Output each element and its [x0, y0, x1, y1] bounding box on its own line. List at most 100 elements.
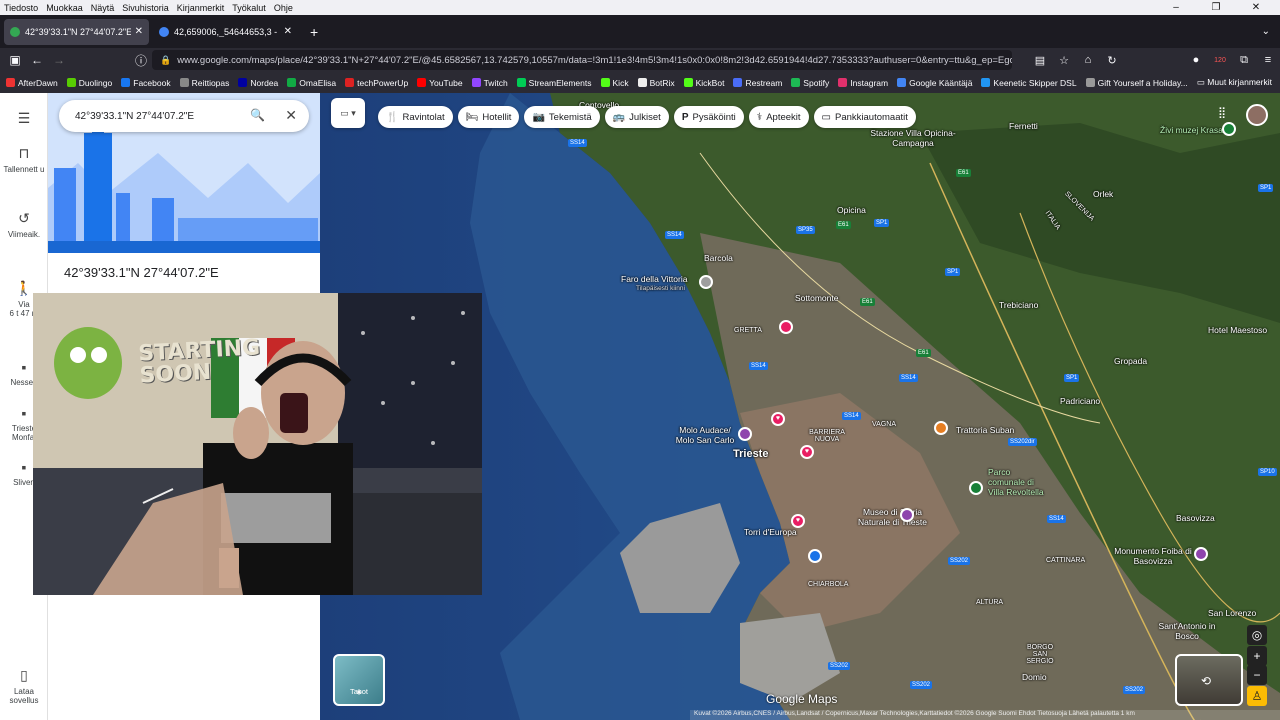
- road-shield: SP1: [1064, 374, 1080, 382]
- road-shield: E61: [956, 169, 971, 177]
- rail-download-app[interactable]: ▯ Lataa sovellus: [0, 667, 48, 705]
- menu-edit[interactable]: Muokkaa: [46, 3, 83, 13]
- bookmark-reittiopas[interactable]: Reittiopas: [179, 78, 229, 88]
- bookmark-duolingo[interactable]: Duolingo: [66, 78, 112, 88]
- folder-icon: ▭: [1196, 77, 1208, 87]
- minimize-icon[interactable]: –: [1160, 0, 1192, 15]
- keyboard-icon: ▭ ▾: [340, 108, 356, 118]
- bookmark-keenetic[interactable]: Keenetic Skipper DSL: [981, 78, 1077, 88]
- heart-pin-icon[interactable]: ♥: [791, 514, 805, 528]
- road-shield: SS202: [828, 662, 851, 670]
- chip-transit[interactable]: 🚌 Julkiset: [604, 106, 669, 128]
- spotify-icon: [791, 78, 801, 87]
- shopping-pin-icon[interactable]: [808, 549, 822, 563]
- bookmark-streamelements[interactable]: StreamElements: [516, 78, 592, 88]
- bookmark-omaelisa[interactable]: OmaElisa: [287, 78, 336, 88]
- apps-grid-icon[interactable]: ⣿: [1218, 106, 1226, 119]
- search-icon[interactable]: 🔍: [250, 108, 265, 122]
- bookmark-gift[interactable]: Gift Yourself a Holiday...: [1085, 78, 1188, 88]
- layers-button[interactable]: ◈ Tasot: [333, 654, 385, 706]
- menu-tools[interactable]: Työkalut: [232, 3, 266, 13]
- rail-recent[interactable]: ↺ Viimeaik.: [0, 210, 48, 239]
- close-tab-icon[interactable]: ✕: [135, 26, 143, 37]
- zoom-in-icon[interactable]: +: [1247, 646, 1267, 666]
- bookmark-google-translate[interactable]: Google Kääntäjä: [897, 78, 972, 88]
- bookmark-spotify[interactable]: Spotify: [791, 78, 829, 88]
- forward-icon[interactable]: →: [48, 53, 70, 67]
- pegman-icon[interactable]: ♙: [1247, 686, 1267, 706]
- road-shield: SS202dir: [1008, 438, 1037, 446]
- back-icon[interactable]: ←: [26, 53, 48, 67]
- rail-saved[interactable]: ⊓ Tallennett u: [0, 145, 48, 174]
- search-input[interactable]: 42°39'33.1"N 27°44'07.2"E 🔍 ✕: [59, 100, 309, 132]
- chip-pharmacies[interactable]: ⚕ Apteekit: [748, 106, 809, 128]
- bookmark-kickbot[interactable]: KickBot: [683, 78, 724, 88]
- my-location-icon[interactable]: ◎: [1247, 625, 1267, 645]
- bookmark-instagram[interactable]: Instagram: [838, 78, 888, 88]
- menu-help[interactable]: Ohje: [274, 3, 293, 13]
- chevron-down-icon[interactable]: ⌄: [1262, 26, 1270, 37]
- sidebar-toggle-icon[interactable]: ▣: [4, 53, 26, 67]
- menu-file[interactable]: Tiedosto: [4, 3, 38, 13]
- reload-icon[interactable]: ↻: [1100, 54, 1124, 67]
- close-tab-icon[interactable]: ✕: [284, 26, 292, 37]
- street-view-preview[interactable]: ⟲: [1175, 654, 1243, 706]
- lighthouse-pin-icon[interactable]: [699, 275, 713, 289]
- menu-hamburger-icon[interactable]: ☰: [0, 110, 48, 130]
- clear-icon[interactable]: ✕: [285, 107, 297, 124]
- chip-parking[interactable]: P Pysäköinti: [673, 106, 744, 128]
- chip-atms[interactable]: ▭ Pankkiautomaatit: [813, 106, 916, 128]
- heart-pin-icon[interactable]: ♥: [771, 412, 785, 426]
- bookmark-facebook[interactable]: Facebook: [121, 78, 171, 88]
- label-san-lorenzo: San Lorenzo: [1208, 608, 1257, 618]
- park-pin-icon[interactable]: [1222, 122, 1236, 136]
- other-bookmarks[interactable]: ▭ Muut kirjanmerkit: [1197, 72, 1272, 93]
- home-icon[interactable]: ⌂: [1076, 54, 1100, 66]
- chip-things-to-do[interactable]: 📷 Tekemistä: [524, 106, 600, 128]
- menu-bookmarks[interactable]: Kirjanmerkit: [177, 3, 225, 13]
- bookmark-nordea[interactable]: Nordea: [238, 78, 278, 88]
- keyboard-shortcuts-button[interactable]: ▭ ▾: [331, 98, 365, 128]
- bookmark-twitch[interactable]: Twitch: [471, 78, 508, 88]
- bookmark-botrix[interactable]: BotRix: [637, 78, 675, 88]
- heart-pin-icon[interactable]: ♥: [800, 445, 814, 459]
- tab-maps-coordinates[interactable]: 42°39'33.1"N 27°44'07.2"E – Go ✕: [4, 18, 149, 45]
- bookmark-restream[interactable]: Restream: [733, 78, 782, 88]
- star-icon[interactable]: ☆: [1052, 54, 1076, 67]
- profile-icon[interactable]: ●: [1184, 54, 1208, 66]
- avatar[interactable]: [1246, 104, 1268, 126]
- close-window-icon[interactable]: ✕: [1240, 0, 1272, 15]
- pharmacy-icon: ⚕: [756, 111, 763, 123]
- chip-restaurants[interactable]: 🍴 Ravintolat: [378, 106, 453, 128]
- label-chiarbola: CHIARBOLA: [808, 581, 849, 588]
- menu-view[interactable]: Näytä: [91, 3, 115, 13]
- extensions-icon[interactable]: ⧉: [1232, 54, 1256, 67]
- menu-history[interactable]: Sivuhistoria: [122, 3, 169, 13]
- menu-icon[interactable]: ≡: [1256, 54, 1280, 66]
- reader-icon[interactable]: ▤: [1028, 54, 1052, 67]
- restaurant-pin-icon[interactable]: [934, 421, 948, 435]
- extension-badge-icon[interactable]: 120: [1208, 57, 1232, 64]
- museum-pin-icon[interactable]: [900, 508, 914, 522]
- poi-pin-icon[interactable]: [738, 427, 752, 441]
- label-domio: Domio: [1022, 672, 1047, 682]
- bookmark-youtube[interactable]: YouTube: [417, 78, 463, 88]
- kick-icon: [600, 78, 610, 87]
- poi-pin-icon[interactable]: [779, 320, 793, 334]
- bed-icon: 🛏: [465, 111, 479, 123]
- bookmark-afterdawn[interactable]: AfterDawn: [6, 78, 58, 88]
- fork-knife-icon: 🍴: [386, 111, 399, 123]
- tab-google-search[interactable]: 42,659006,_54644653,3 - Googl ✕: [153, 19, 298, 45]
- label-trieste: Trieste: [733, 448, 769, 460]
- park-pin-icon[interactable]: [969, 481, 983, 495]
- bookmark-techpowerup[interactable]: techPowerUp: [345, 78, 408, 88]
- chip-hotels[interactable]: 🛏 Hotellit: [457, 106, 520, 128]
- nordea-icon: [238, 78, 248, 87]
- zoom-out-icon[interactable]: −: [1247, 665, 1267, 685]
- bookmark-kick[interactable]: Kick: [600, 78, 629, 88]
- new-tab-icon[interactable]: +: [302, 24, 326, 40]
- restore-icon[interactable]: ❐: [1200, 0, 1232, 15]
- url-bar[interactable]: 🔒 www.google.com/maps/place/42°39'33.1"N…: [152, 50, 1012, 70]
- monument-pin-icon[interactable]: [1194, 547, 1208, 561]
- info-icon[interactable]: ⓘ: [130, 52, 152, 69]
